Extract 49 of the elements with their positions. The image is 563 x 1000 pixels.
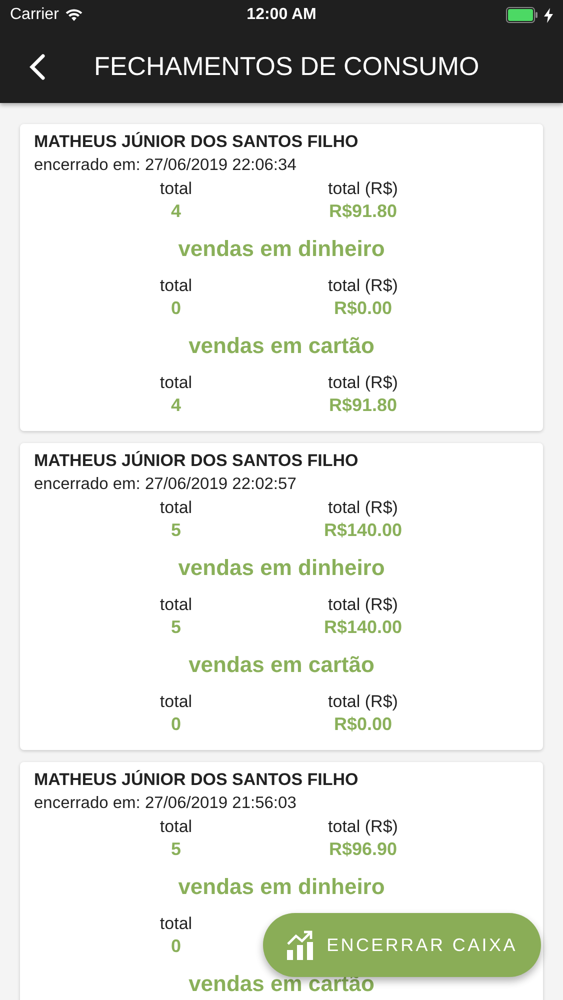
section-heading: vendas em dinheiro <box>177 556 386 580</box>
close-register-button[interactable]: ENCERRAR CAIXA <box>263 913 541 977</box>
total-value: 0 <box>170 713 181 736</box>
total-value: R$91.80 <box>328 200 398 223</box>
operator-name: MATHEUS JÚNIOR DOS SANTOS FILHO <box>34 769 360 791</box>
total-value: 5 <box>170 838 181 861</box>
wifi-icon <box>64 8 83 22</box>
clock-time: 12:00 AM <box>246 6 316 24</box>
total-value: R$140.00 <box>324 519 402 542</box>
operator-name: MATHEUS JÚNIOR DOS SANTOS FILHO <box>34 131 360 153</box>
total-label: total (R$) <box>328 691 398 713</box>
total-value: R$96.90 <box>328 838 398 861</box>
closed-at: encerrado em: 27/06/2019 22:06:34 <box>34 155 298 176</box>
total-label: total <box>160 372 192 394</box>
total-value: 4 <box>170 200 181 223</box>
total-value: 5 <box>170 616 181 639</box>
total-label: total <box>160 275 192 297</box>
total-value: R$0.00 <box>334 713 392 736</box>
total-label: total <box>160 178 192 200</box>
total-label: total <box>160 913 192 935</box>
total-label: total <box>160 594 192 616</box>
page-title: FECHAMENTOS DE CONSUMO <box>94 51 480 82</box>
section-heading: vendas em dinheiro <box>177 875 386 899</box>
closed-at: encerrado em: 27/06/2019 22:02:57 <box>34 474 298 495</box>
total-label: total (R$) <box>328 816 398 838</box>
total-value: R$140.00 <box>324 616 402 639</box>
back-button[interactable] <box>28 54 48 80</box>
carrier-name: Carrier <box>10 6 59 24</box>
battery-icon <box>506 7 538 23</box>
total-value: 0 <box>170 935 181 958</box>
total-label: total <box>160 691 192 713</box>
total-label: total <box>160 497 192 519</box>
section-heading: vendas em cartão <box>188 653 376 677</box>
section-heading: vendas em dinheiro <box>177 237 386 261</box>
total-value: 4 <box>170 394 181 417</box>
operator-name: MATHEUS JÚNIOR DOS SANTOS FILHO <box>34 450 360 472</box>
chart-icon <box>286 930 313 960</box>
total-label: total (R$) <box>328 372 398 394</box>
total-label: total (R$) <box>328 178 398 200</box>
total-label: total (R$) <box>328 497 398 519</box>
total-value: R$91.80 <box>328 394 398 417</box>
section-heading: vendas em cartão <box>188 334 376 358</box>
total-value: 5 <box>170 519 181 542</box>
total-label: total (R$) <box>328 594 398 616</box>
total-label: total (R$) <box>328 275 398 297</box>
closed-at: encerrado em: 27/06/2019 21:56:03 <box>34 793 298 814</box>
total-value: 0 <box>170 297 181 320</box>
total-label: total <box>160 816 192 838</box>
total-value: R$0.00 <box>334 297 392 320</box>
